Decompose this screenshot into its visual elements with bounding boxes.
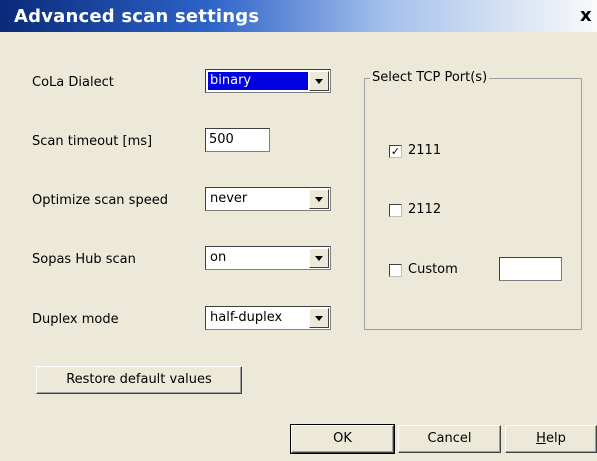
help-button[interactable]: Help xyxy=(505,425,597,453)
close-icon[interactable]: x xyxy=(580,6,597,26)
duplex-mode-label: Duplex mode xyxy=(32,312,119,327)
sopas-hub-scan-select[interactable]: on xyxy=(205,246,331,270)
chevron-down-icon xyxy=(315,197,323,202)
cancel-button[interactable]: Cancel xyxy=(398,425,501,453)
window-title: Advanced scan settings xyxy=(14,6,260,27)
title-bar: Advanced scan settings x xyxy=(0,0,597,32)
optimize-scan-speed-value: never xyxy=(210,191,248,206)
sopas-hub-scan-value: on xyxy=(210,250,227,265)
restore-defaults-button[interactable]: Restore default values xyxy=(36,366,242,394)
port-2111-label: 2111 xyxy=(408,143,442,158)
chevron-down-icon xyxy=(315,79,323,84)
custom-port-input[interactable] xyxy=(499,257,562,281)
help-label-rest: elp xyxy=(545,431,566,446)
port-custom-checkbox[interactable] xyxy=(389,264,402,277)
scan-timeout-input[interactable]: 500 xyxy=(205,128,270,152)
duplex-mode-select[interactable]: half-duplex xyxy=(205,306,331,330)
cola-dialect-label: CoLa Dialect xyxy=(32,75,114,90)
cola-dialect-dropdown-button[interactable] xyxy=(309,71,329,91)
tcp-port-group-label: Select TCP Port(s) xyxy=(370,70,490,85)
port-2112-checkbox[interactable] xyxy=(389,204,402,217)
port-custom-label: Custom xyxy=(408,262,458,277)
optimize-scan-speed-dropdown-button[interactable] xyxy=(309,189,329,209)
help-mnemonic: H xyxy=(536,431,546,446)
scan-timeout-label: Scan timeout [ms] xyxy=(32,134,153,149)
duplex-mode-dropdown-button[interactable] xyxy=(309,308,329,328)
chevron-down-icon xyxy=(315,316,323,321)
chevron-down-icon xyxy=(315,256,323,261)
ok-button[interactable]: OK xyxy=(290,424,395,454)
sopas-hub-scan-dropdown-button[interactable] xyxy=(309,248,329,268)
sopas-hub-scan-label: Sopas Hub scan xyxy=(32,252,136,267)
port-2112-label: 2112 xyxy=(408,202,442,217)
port-2111-checkbox[interactable]: ✓ xyxy=(389,145,402,158)
cola-dialect-value: binary xyxy=(208,72,308,90)
duplex-mode-value: half-duplex xyxy=(210,310,283,325)
optimize-scan-speed-select[interactable]: never xyxy=(205,187,331,211)
optimize-scan-speed-label: Optimize scan speed xyxy=(32,193,168,208)
cola-dialect-select[interactable]: binary xyxy=(205,69,331,93)
